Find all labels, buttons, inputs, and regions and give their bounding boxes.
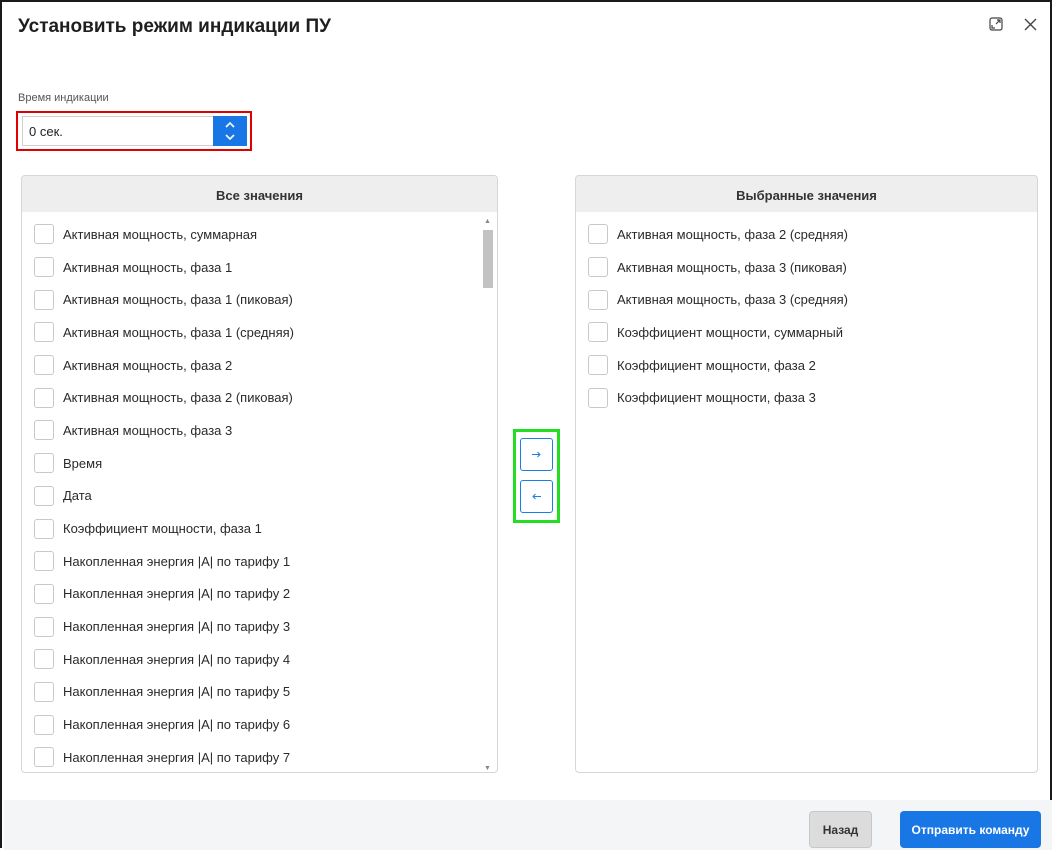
list-item[interactable]: Активная мощность, фаза 2: [22, 349, 497, 382]
scrollbar-thumb[interactable]: [483, 230, 493, 288]
list-item-label: Дата: [63, 488, 92, 504]
list-item-label: Коэффициент мощности, фаза 1: [63, 521, 262, 537]
list-item[interactable]: Активная мощность, фаза 1 (пиковая): [22, 283, 497, 316]
list-item[interactable]: Коэффициент мощности, фаза 1: [22, 512, 497, 545]
list-item-label: Активная мощность, фаза 2: [63, 357, 233, 373]
list-item[interactable]: Активная мощность, фаза 1 (средняя): [22, 316, 497, 349]
checkbox[interactable]: [34, 420, 54, 441]
list-item[interactable]: Активная мощность, фаза 3: [22, 414, 497, 447]
checkbox[interactable]: [34, 289, 54, 310]
list-item-label: Коэффициент мощности, фаза 3: [617, 390, 816, 406]
checkbox[interactable]: [34, 322, 54, 343]
list-item-label: Накопленная энергия |A| по тарифу 3: [63, 619, 291, 635]
list-item[interactable]: Коэффициент мощности, фаза 3: [576, 381, 1037, 414]
checkbox[interactable]: [34, 257, 54, 278]
list-item-label: Коэффициент мощности, суммарный: [617, 324, 843, 340]
checkbox[interactable]: [588, 224, 608, 245]
list-item-label: Коэффициент мощности, фаза 2: [617, 357, 816, 373]
checkbox[interactable]: [34, 551, 54, 572]
chevron-up-icon[interactable]: [225, 118, 235, 131]
selected-values-panel: Выбранные значения Активная мощность, фа…: [575, 175, 1038, 773]
checkbox[interactable]: [34, 224, 54, 245]
checkbox[interactable]: [34, 681, 54, 702]
scrollbar[interactable]: ▲ ▼: [481, 216, 495, 772]
dialog-title: Установить режим индикации ПУ: [18, 16, 331, 37]
close-icon[interactable]: [1022, 16, 1038, 32]
list-item[interactable]: Накопленная энергия |A| по тарифу 1: [22, 545, 497, 578]
list-item-label: Активная мощность, фаза 3 (средняя): [617, 292, 849, 308]
checkbox[interactable]: [588, 355, 608, 376]
list-item-label: Активная мощность, фаза 3: [63, 422, 233, 438]
checkbox[interactable]: [34, 747, 54, 768]
list-item-label: Активная мощность, фаза 2 (пиковая): [63, 390, 293, 406]
list-item[interactable]: Дата: [22, 480, 497, 513]
list-item-label: Накопленная энергия |A| по тарифу 6: [63, 717, 291, 733]
expand-icon[interactable]: [988, 16, 1004, 32]
list-item[interactable]: Накопленная энергия |A| по тарифу 5: [22, 676, 497, 709]
back-button[interactable]: Назад: [809, 811, 872, 848]
chevron-down-icon[interactable]: [225, 131, 235, 144]
list-item[interactable]: Время: [22, 447, 497, 480]
list-item-label: Активная мощность, фаза 3 (пиковая): [617, 259, 847, 275]
list-item-label: Активная мощность, фаза 1 (пиковая): [63, 292, 293, 308]
display-time-input[interactable]: [22, 116, 214, 146]
checkbox[interactable]: [588, 289, 608, 310]
list-item[interactable]: Активная мощность, суммарная: [22, 218, 497, 251]
list-item-label: Активная мощность, суммарная: [63, 226, 258, 242]
list-item-label: Накопленная энергия |A| по тарифу 2: [63, 586, 291, 602]
all-values-list: Активная мощность, суммарная Активная мо…: [22, 212, 497, 772]
list-item[interactable]: Коэффициент мощности, фаза 2: [576, 349, 1037, 382]
all-values-header: Все значения: [22, 176, 497, 212]
send-command-button[interactable]: Отправить команду: [900, 811, 1041, 848]
list-item[interactable]: Активная мощность, фаза 3 (пиковая): [576, 251, 1037, 284]
list-item[interactable]: Активная мощность, фаза 1: [22, 251, 497, 284]
display-time-spinner: [16, 111, 252, 151]
dialog: Установить режим индикации ПУ Время инди…: [0, 0, 1052, 850]
list-item[interactable]: Накопленная энергия |A| по тарифу 7: [22, 741, 497, 772]
checkbox[interactable]: [588, 257, 608, 278]
checkbox[interactable]: [34, 714, 54, 735]
checkbox[interactable]: [34, 453, 54, 474]
spinner-buttons: [213, 116, 247, 146]
scroll-up-icon[interactable]: ▲: [484, 218, 491, 225]
scroll-down-icon[interactable]: ▼: [484, 765, 491, 772]
checkbox[interactable]: [34, 485, 54, 506]
list-item-label: Активная мощность, фаза 1 (средняя): [63, 324, 295, 340]
list-item-label: Накопленная энергия |A| по тарифу 5: [63, 684, 291, 700]
list-item-label: Накопленная энергия |A| по тарифу 7: [63, 749, 291, 765]
list-item-label: Активная мощность, фаза 2 (средняя): [617, 226, 849, 242]
list-item-label: Накопленная энергия |A| по тарифу 1: [63, 553, 291, 569]
checkbox[interactable]: [34, 387, 54, 408]
arrow-right-icon: [532, 451, 541, 458]
transfer-buttons: [513, 429, 560, 523]
list-item[interactable]: Активная мощность, фаза 3 (средняя): [576, 283, 1037, 316]
list-item-label: Активная мощность, фаза 1: [63, 259, 233, 275]
list-item[interactable]: Активная мощность, фаза 2 (пиковая): [22, 381, 497, 414]
list-item[interactable]: Накопленная энергия |A| по тарифу 4: [22, 643, 497, 676]
checkbox[interactable]: [588, 387, 608, 408]
checkbox[interactable]: [588, 322, 608, 343]
dialog-footer: [4, 800, 1052, 850]
move-left-button[interactable]: [520, 480, 553, 513]
list-item[interactable]: Активная мощность, фаза 2 (средняя): [576, 218, 1037, 251]
list-item[interactable]: Накопленная энергия |A| по тарифу 2: [22, 578, 497, 611]
selected-values-header: Выбранные значения: [576, 176, 1037, 212]
checkbox[interactable]: [34, 649, 54, 670]
checkbox[interactable]: [34, 518, 54, 539]
list-item-label: Накопленная энергия |A| по тарифу 4: [63, 651, 291, 667]
all-values-panel: Все значения Активная мощность, суммарна…: [21, 175, 498, 773]
selected-values-list: Активная мощность, фаза 2 (средняя) Акти…: [576, 212, 1037, 414]
display-time-label: Время индикации: [18, 92, 109, 104]
list-item[interactable]: Накопленная энергия |A| по тарифу 3: [22, 610, 497, 643]
checkbox[interactable]: [34, 616, 54, 637]
list-item[interactable]: Накопленная энергия |A| по тарифу 6: [22, 708, 497, 741]
checkbox[interactable]: [34, 583, 54, 604]
checkbox[interactable]: [34, 355, 54, 376]
list-item[interactable]: Коэффициент мощности, суммарный: [576, 316, 1037, 349]
list-item-label: Время: [63, 455, 103, 471]
move-right-button[interactable]: [520, 438, 553, 471]
arrow-left-icon: [532, 493, 541, 500]
header-icons: [988, 16, 1038, 32]
